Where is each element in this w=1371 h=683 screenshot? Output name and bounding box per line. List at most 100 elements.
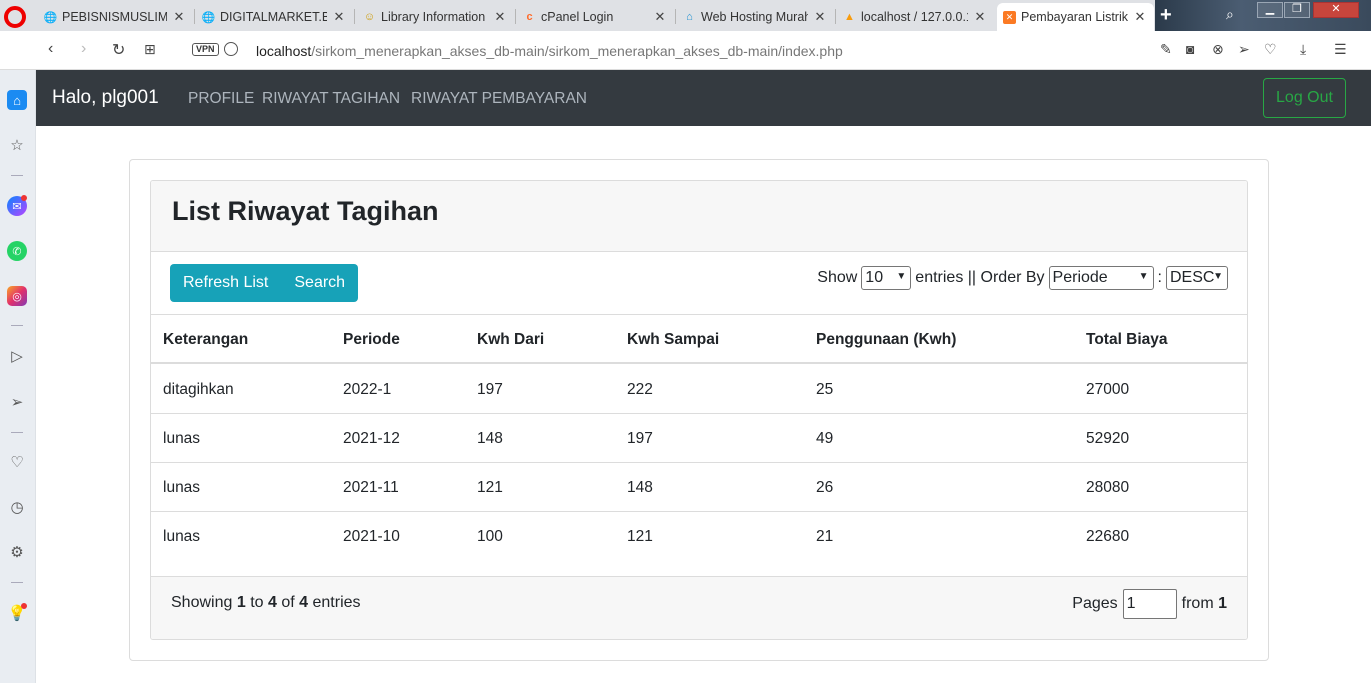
chevron-down-icon: ▼ [896,271,907,282]
cell-kwh-sampai: 121 [627,528,653,545]
cell-kwh-dari: 197 [477,381,503,398]
chevron-down-icon: ▼ [1138,271,1149,282]
page-number-input[interactable]: 1 [1122,589,1177,619]
opera-logo-icon[interactable] [4,6,26,28]
forward-icon[interactable]: › [81,40,86,58]
page-title: List Riwayat Tagihan [172,196,439,226]
star-icon[interactable]: ☆ [7,135,27,155]
browser-tab-strip: 🌐 PEBISNISMUSLIM.CO ✕ 🌐 DIGITALMARKET.BI… [0,0,1371,31]
order-direction-select[interactable]: DESC ▼ [1166,266,1228,290]
search-button[interactable]: Search [281,264,358,302]
home-icon[interactable]: ⌂ [7,90,27,110]
column-header-penggunaan: Penggunaan (Kwh) [816,331,957,348]
order-by-select[interactable]: Periode ▼ [1048,266,1154,290]
cell-kwh-dari: 121 [477,479,503,496]
action-button-group: Refresh List Search [170,264,359,302]
url-path: /sirkom_menerapkan_akses_db-main/sirkom_… [311,43,843,59]
browser-tab[interactable]: 🌐 PEBISNISMUSLIM.CO ✕ [38,3,193,31]
send-icon[interactable]: ➢ [1238,41,1250,58]
cell-penggunaan: 25 [816,381,834,398]
pages-label: Pages [1072,595,1118,612]
adblock-icon[interactable]: ⊗ [1212,41,1224,58]
restore-window-icon[interactable]: ❐ [1284,2,1310,18]
whatsapp-icon[interactable]: ✆ [7,241,27,261]
vpn-badge[interactable]: VPN [192,43,219,56]
separator-colon: : [1157,269,1162,286]
cell-penggunaan: 26 [816,479,834,496]
new-tab-icon[interactable]: + [1160,4,1172,27]
cell-periode: 2022-1 [343,381,392,398]
table-row: lunas 2021-11 121 148 26 28080 [151,463,1247,512]
browser-tab[interactable]: ⌂ Web Hosting Murah ✕ [677,3,834,31]
close-tab-icon[interactable]: ✕ [972,9,988,25]
navbar-brand[interactable]: Halo, plg001 [52,87,159,109]
nav-link-profile[interactable]: PROFILE [188,90,254,108]
browser-tab[interactable]: ▲ localhost / 127.0.0.1 ✕ [837,3,994,31]
card-header: List Riwayat Tagihan [151,181,1247,252]
refresh-list-button[interactable]: Refresh List [170,264,281,302]
browser-tab[interactable]: c cPanel Login ✕ [517,3,674,31]
close-tab-icon[interactable]: ✕ [1132,9,1148,25]
bookmarks-heart-icon[interactable]: ♡ [7,452,27,472]
bookmark-heart-icon[interactable]: ♡ [1264,41,1277,58]
globe-icon: 🌐 [201,11,216,24]
camera-snapshot-icon[interactable]: ◙ [1186,41,1194,57]
riwayat-tagihan-card: List Riwayat Tagihan Refresh List Search… [150,180,1248,640]
reload-icon[interactable]: ↻ [112,40,125,60]
cell-penggunaan: 49 [816,430,834,447]
nav-link-riwayat-pembayaran[interactable]: RIWAYAT PEMBAYARAN [411,90,587,108]
cell-keterangan: lunas [163,528,201,545]
cell-kwh-sampai: 148 [627,479,653,496]
column-header-kwh-sampai: Kwh Sampai [627,331,720,348]
close-window-icon[interactable]: ✕ [1313,2,1359,18]
table-header-row: Keterangan Periode Kwh Dari Kwh Sampai P… [151,315,1247,364]
cell-kwh-sampai: 197 [627,430,653,447]
close-tab-icon[interactable]: ✕ [331,9,347,25]
column-header-keterangan: Keterangan [163,331,249,348]
cpanel-icon: c [526,11,533,23]
entries-select[interactable]: 10 ▼ [861,266,912,290]
browser-tab[interactable]: ☺ Library Information ✕ [357,3,514,31]
column-header-periode: Periode [343,331,400,348]
edit-page-icon[interactable]: ✎ [1160,41,1172,58]
cell-total-biaya: 52920 [1086,430,1130,447]
cell-total-biaya: 28080 [1086,479,1130,496]
house-icon: ⌂ [686,11,693,23]
cell-total-biaya: 27000 [1086,381,1130,398]
page-total: 1 [1218,595,1227,612]
cell-total-biaya: 22680 [1086,528,1130,545]
card-footer: Showing 1 to 4 of 4 entries Pages 1 from… [151,576,1247,639]
settings-gear-icon[interactable]: ⚙ [7,542,27,562]
tab-search-icon[interactable]: ⌕ [1226,6,1234,23]
player-icon[interactable]: ▷ [7,346,27,366]
send-flow-icon[interactable]: ➢ [7,392,27,412]
column-header-total-biaya: Total Biaya [1086,331,1168,348]
browser-tab[interactable]: 🌐 DIGITALMARKET.BIZ ✕ [196,3,353,31]
nav-link-riwayat-tagihan[interactable]: RIWAYAT TAGIHAN [262,90,400,108]
cell-penggunaan: 21 [816,528,834,545]
cell-periode: 2021-11 [343,479,399,496]
download-icon[interactable]: ⤓ [1300,41,1306,58]
site-info-globe-icon[interactable] [224,42,238,56]
address-bar: ‹ › ↻ ⊞ VPN localhost/sirkom_menerapkan_… [0,31,1371,70]
instagram-icon[interactable]: ◎ [7,286,27,306]
url-field[interactable]: localhost/sirkom_menerapkan_akses_db-mai… [256,43,843,59]
speed-dial-grid-icon[interactable]: ⊞ [144,41,156,58]
notification-dot [21,195,27,201]
close-tab-icon[interactable]: ✕ [171,9,187,25]
cell-keterangan: lunas [163,430,201,447]
phpmyadmin-icon: ▲ [844,11,855,23]
logout-button[interactable]: Log Out [1263,78,1346,118]
minimize-window-icon[interactable]: ▁ [1257,2,1283,18]
table-row: lunas 2021-10 100 121 21 22680 [151,512,1247,561]
browser-tab-active[interactable]: ✕ Pembayaran Listrik ✕ [997,3,1154,31]
cell-kwh-sampai: 222 [627,381,653,398]
close-tab-icon[interactable]: ✕ [492,9,508,25]
back-icon[interactable]: ‹ [48,40,53,58]
column-header-kwh-dari: Kwh Dari [477,331,545,348]
pages-from-label: from [1181,595,1214,612]
close-tab-icon[interactable]: ✕ [812,9,828,25]
close-tab-icon[interactable]: ✕ [652,9,668,25]
history-clock-icon[interactable]: ◷ [7,497,27,517]
easy-setup-icon[interactable]: ☰ [1334,41,1347,58]
